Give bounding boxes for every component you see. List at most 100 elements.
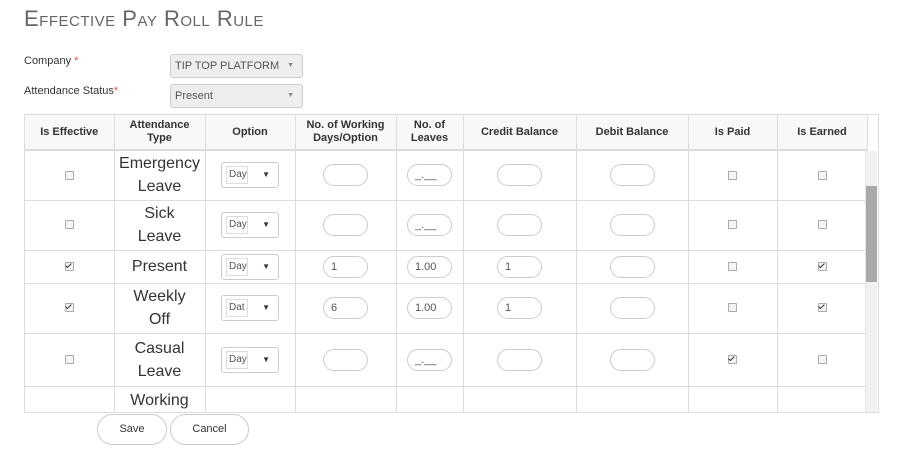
table-row: Weekly Off Dat ▼ 6 1.00 1 <box>25 283 868 334</box>
cell-is-earned <box>777 250 868 284</box>
caret-down-icon: ▼ <box>262 261 270 271</box>
credit-balance-input[interactable]: 1 <box>497 297 542 319</box>
table-scrollbar[interactable] <box>865 151 877 412</box>
option-select[interactable]: Dat ▼ <box>221 295 279 321</box>
option-select[interactable]: Day ▼ <box>221 162 279 189</box>
cell-credit-balance <box>463 150 577 201</box>
cell-is-earned <box>777 386 868 412</box>
header-working-days: No. of Working Days/Option <box>295 115 397 151</box>
debit-balance-input[interactable] <box>609 214 655 236</box>
attendance-type-line2: Leave <box>137 362 182 380</box>
working-days-input[interactable] <box>323 164 368 187</box>
cancel-button[interactable]: Cancel <box>170 414 249 445</box>
attendance-type-label: Casual Leave <box>115 337 205 383</box>
option-select[interactable]: Day ▼ <box>221 253 279 280</box>
cell-credit-balance: 1 <box>463 283 577 334</box>
attendance-type-label: Sick Leave <box>115 202 205 248</box>
is-paid-checkbox[interactable] <box>728 170 737 180</box>
working-days-input[interactable] <box>323 214 368 236</box>
caret-down-icon: ▼ <box>287 62 294 69</box>
credit-balance-input[interactable] <box>497 214 542 236</box>
cell-debit-balance <box>576 333 689 387</box>
cell-is-paid <box>688 150 778 201</box>
attendance-type-line2: Leave <box>137 178 182 196</box>
cell-leaves <box>396 386 464 412</box>
leaves-input[interactable]: _.__ <box>407 164 452 187</box>
credit-balance-input[interactable] <box>497 348 542 371</box>
credit-balance-input[interactable] <box>497 164 542 187</box>
working-days-input[interactable]: 6 <box>323 297 368 319</box>
cell-is-effective <box>25 333 115 387</box>
option-select[interactable]: Day ▼ <box>221 212 279 238</box>
cell-option: Day ▼ <box>205 250 296 284</box>
attendance-type-line1: Working <box>130 391 189 409</box>
company-select[interactable]: TIP TOP PLATFORM ▼ <box>170 54 303 78</box>
is-earned-checkbox[interactable] <box>817 354 827 364</box>
option-select-value: Dat <box>226 299 248 317</box>
option-select[interactable]: Day ▼ <box>221 346 279 373</box>
is-paid-checkbox[interactable] <box>728 303 737 313</box>
header-option: Option <box>205 115 296 151</box>
attendance-status-select[interactable]: Present ▼ <box>170 84 303 108</box>
cell-is-effective <box>25 250 115 284</box>
is-effective-checkbox[interactable] <box>64 303 74 313</box>
required-marker: * <box>113 85 119 97</box>
is-effective-checkbox[interactable] <box>64 354 74 364</box>
caret-down-icon: ▼ <box>262 170 270 180</box>
is-paid-checkbox[interactable] <box>728 354 737 364</box>
is-earned-checkbox[interactable] <box>817 261 827 271</box>
caret-down-icon: ▼ <box>262 220 270 229</box>
is-paid-checkbox[interactable] <box>728 261 737 271</box>
cell-option: Day ▼ <box>205 333 296 387</box>
working-days-input[interactable] <box>323 348 368 371</box>
leaves-input[interactable]: _.__ <box>407 348 452 371</box>
is-earned-checkbox[interactable] <box>817 220 827 230</box>
header-is-effective: Is Effective <box>25 115 115 151</box>
cell-option <box>205 386 296 412</box>
header-debit-balance: Debit Balance <box>576 115 689 151</box>
debit-balance-input[interactable] <box>609 348 655 371</box>
cell-option: Dat ▼ <box>205 283 296 334</box>
is-effective-checkbox[interactable] <box>64 220 74 230</box>
cell-working-days <box>295 200 397 251</box>
save-button[interactable]: Save <box>97 414 167 445</box>
is-paid-checkbox[interactable] <box>728 220 737 230</box>
cell-is-effective <box>25 386 115 412</box>
cell-credit-balance <box>463 200 577 251</box>
debit-balance-input[interactable] <box>609 297 655 319</box>
cell-attendance-type: Weekly Off <box>114 283 206 334</box>
leaves-input[interactable]: _.__ <box>407 214 452 236</box>
is-earned-checkbox[interactable] <box>817 303 827 313</box>
leaves-input[interactable]: 1.00 <box>407 297 452 319</box>
cell-attendance-type: Emergency Leave <box>114 150 206 201</box>
header-is-earned: Is Earned <box>777 115 868 151</box>
cell-attendance-type: Casual Leave <box>114 333 206 387</box>
cell-is-earned <box>777 200 868 251</box>
cell-working-days: 1 <box>295 250 397 284</box>
debit-balance-input[interactable] <box>609 255 655 278</box>
cell-is-paid <box>688 250 778 284</box>
is-effective-checkbox[interactable] <box>64 170 74 180</box>
cell-debit-balance <box>576 250 689 284</box>
caret-down-icon: ▼ <box>262 354 270 364</box>
option-select-value: Day <box>226 257 248 276</box>
cell-is-effective <box>25 283 115 334</box>
attendance-type-label: Present <box>115 255 205 278</box>
cell-working-days: 6 <box>295 283 397 334</box>
scrollbar-thumb[interactable] <box>866 186 877 282</box>
cell-is-effective <box>25 150 115 201</box>
cell-is-paid <box>688 283 778 334</box>
cell-working-days <box>295 333 397 387</box>
company-label: Company * <box>24 55 78 67</box>
option-select-value: Day <box>226 350 248 369</box>
is-earned-checkbox[interactable] <box>817 170 827 180</box>
attendance-type-label: Emergency Leave <box>115 152 205 198</box>
cell-is-earned <box>777 283 868 334</box>
is-effective-checkbox[interactable] <box>64 261 74 271</box>
debit-balance-input[interactable] <box>609 164 655 187</box>
header-credit-balance: Credit Balance <box>463 115 577 151</box>
working-days-input[interactable]: 1 <box>323 255 368 278</box>
company-select-value: TIP TOP PLATFORM <box>175 60 280 72</box>
leaves-input[interactable]: 1.00 <box>407 255 452 278</box>
credit-balance-input[interactable]: 1 <box>497 255 542 278</box>
